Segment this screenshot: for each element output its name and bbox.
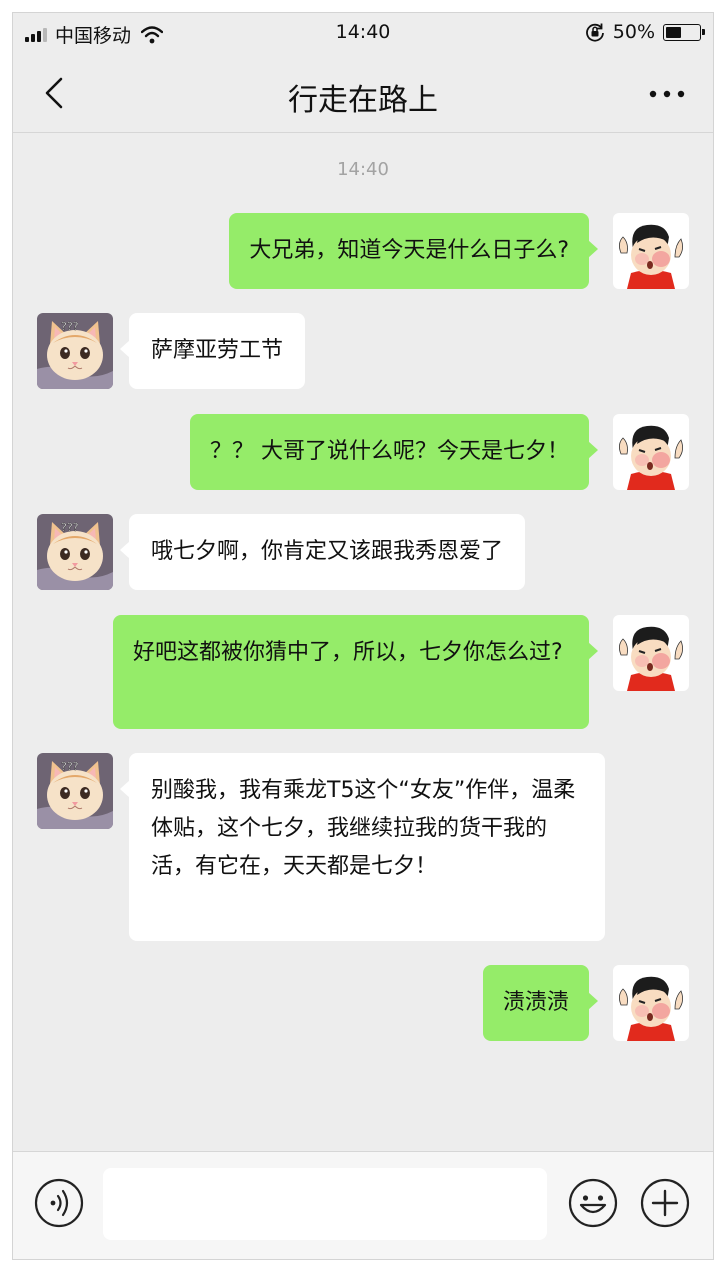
message-text: 大兄弟，知道今天是什么日子么? bbox=[249, 238, 569, 263]
message-row: 渍渍渍 bbox=[13, 965, 713, 1041]
voice-button[interactable] bbox=[33, 1177, 85, 1229]
incoming-bubble[interactable]: 别酸我，我有乘龙T5这个“女友”作伴，温柔体贴，这个七夕，我继续拉我的货干我的活… bbox=[120, 753, 605, 941]
user-avatar[interactable] bbox=[613, 414, 689, 490]
message-row: 好吧这都被你猜中了，所以，七夕你怎么过? bbox=[13, 615, 713, 729]
nav-bar: 行走在路上 bbox=[13, 53, 713, 133]
plus-icon bbox=[640, 1178, 690, 1228]
chat-screen: 中国移动 14:40 50% 行走在路上 14:40 大兄弟，知道今天是什么日子… bbox=[12, 12, 714, 1260]
emoji-button[interactable] bbox=[567, 1177, 619, 1229]
emoji-icon bbox=[568, 1178, 618, 1228]
message-text: 渍渍渍 bbox=[502, 990, 569, 1015]
message-row: 哦七夕啊，你肯定又该跟我秀恩爱了 bbox=[13, 514, 713, 590]
user-avatar[interactable] bbox=[613, 965, 689, 1041]
outgoing-bubble[interactable]: ？？ 大哥了说什么呢？今天是七夕！ bbox=[190, 414, 598, 490]
friend-avatar[interactable] bbox=[37, 313, 113, 389]
outgoing-bubble[interactable]: 好吧这都被你猜中了，所以，七夕你怎么过? bbox=[113, 615, 598, 729]
incoming-bubble[interactable]: 哦七夕啊，你肯定又该跟我秀恩爱了 bbox=[119, 514, 526, 590]
incoming-bubble[interactable]: 萨摩亚劳工节 bbox=[119, 313, 306, 389]
message-row: ？？ 大哥了说什么呢？今天是七夕！ bbox=[13, 414, 713, 490]
battery-icon bbox=[663, 23, 705, 41]
status-right: 50% bbox=[585, 21, 705, 43]
rotation-lock-icon bbox=[585, 23, 604, 42]
friend-avatar[interactable] bbox=[37, 514, 113, 590]
friend-avatar[interactable] bbox=[37, 753, 113, 829]
message-row: 萨摩亚劳工节 bbox=[13, 313, 713, 389]
user-avatar[interactable] bbox=[613, 213, 689, 289]
battery-percent: 50% bbox=[612, 21, 655, 43]
message-text: 哦七夕啊，你肯定又该跟我秀恩爱了 bbox=[151, 539, 504, 564]
message-text: 萨摩亚劳工节 bbox=[151, 338, 284, 363]
voice-icon bbox=[34, 1178, 84, 1228]
more-button[interactable] bbox=[643, 83, 691, 105]
user-avatar[interactable] bbox=[613, 615, 689, 691]
message-row: 别酸我，我有乘龙T5这个“女友”作伴，温柔体贴，这个七夕，我继续拉我的货干我的活… bbox=[13, 753, 713, 941]
status-bar: 中国移动 14:40 50% bbox=[13, 13, 713, 53]
message-input[interactable] bbox=[103, 1168, 547, 1240]
message-text: ？？ 大哥了说什么呢？今天是七夕！ bbox=[210, 439, 569, 464]
plus-button[interactable] bbox=[639, 1177, 691, 1229]
message-text: 别酸我，我有乘龙T5这个“女友”作伴，温柔体贴，这个七夕，我继续拉我的货干我的活… bbox=[151, 778, 576, 879]
input-bar bbox=[13, 1151, 713, 1259]
message-list[interactable]: 14:40 大兄弟，知道今天是什么日子么? 萨摩亚劳工节 ？？ 大哥了说什么呢？… bbox=[13, 133, 713, 1151]
more-icon bbox=[649, 90, 685, 98]
message-row: 大兄弟，知道今天是什么日子么? bbox=[13, 213, 713, 289]
message-timestamp: 14:40 bbox=[337, 159, 389, 180]
message-text: 好吧这都被你猜中了，所以，七夕你怎么过? bbox=[133, 640, 563, 665]
battery-level bbox=[666, 26, 681, 38]
outgoing-bubble[interactable]: 大兄弟，知道今天是什么日子么? bbox=[229, 213, 598, 289]
outgoing-bubble[interactable]: 渍渍渍 bbox=[482, 965, 599, 1041]
chat-title: 行走在路上 bbox=[288, 83, 438, 118]
